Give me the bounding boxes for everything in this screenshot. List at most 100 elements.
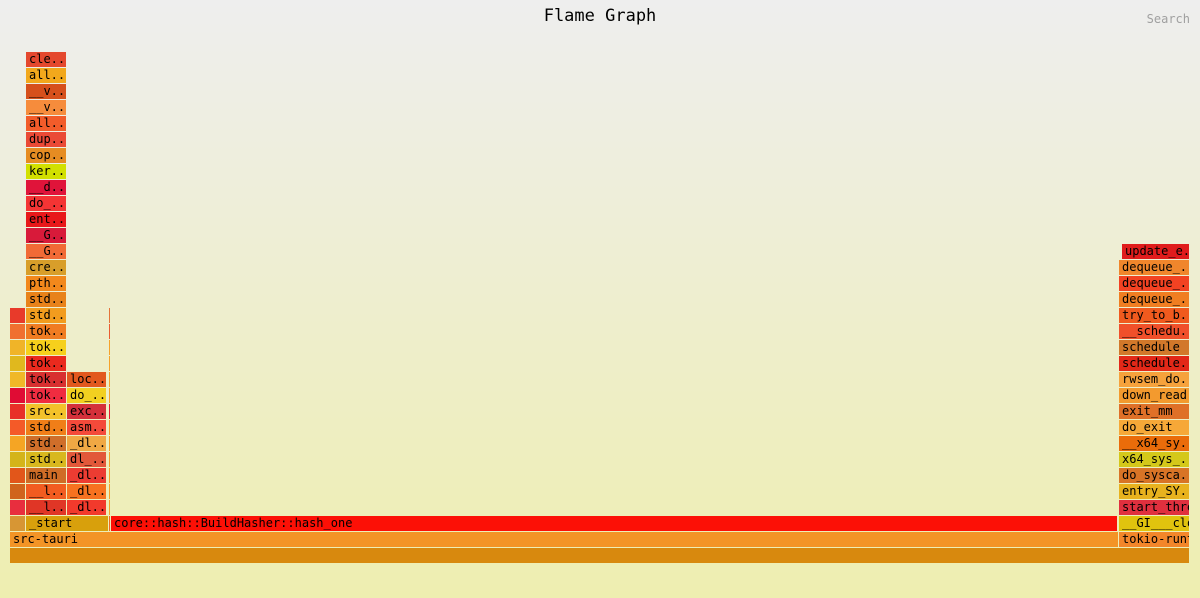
flame-frame[interactable]: tok.. (26, 372, 66, 387)
flame-frame[interactable] (10, 548, 1189, 563)
flame-frame[interactable]: ker.. (26, 164, 66, 179)
flame-frame[interactable]: update_e.. (1122, 244, 1189, 259)
flame-frame[interactable] (109, 388, 110, 403)
flame-frame[interactable]: _dl.. (67, 484, 106, 499)
flame-frame[interactable] (10, 340, 25, 355)
flame-frame[interactable]: __l.. (26, 484, 66, 499)
flame-frame[interactable]: __v.. (26, 100, 66, 115)
flame-frame[interactable]: __v.. (26, 84, 66, 99)
flame-frame[interactable]: do_sysca.. (1119, 468, 1189, 483)
flame-frame[interactable]: std.. (26, 420, 66, 435)
flame-frame[interactable]: down_read (1119, 388, 1189, 403)
flame-frame[interactable]: std.. (26, 308, 66, 323)
flame-frame[interactable] (109, 436, 110, 451)
flame-frame[interactable]: cop.. (26, 148, 66, 163)
flame-frame[interactable]: all.. (26, 68, 66, 83)
flame-frame[interactable] (109, 500, 110, 515)
flame-frame[interactable]: core::hash::BuildHasher::hash_one (111, 516, 1117, 531)
flame-frame[interactable]: cre.. (26, 260, 66, 275)
flame-frame[interactable]: tok.. (26, 356, 66, 371)
flame-frame[interactable]: dl_.. (67, 452, 106, 467)
flame-frame[interactable] (109, 404, 110, 419)
flame-frame[interactable] (109, 356, 110, 371)
flame-frame[interactable] (10, 388, 25, 403)
flame-frame[interactable] (10, 468, 25, 483)
flame-frame[interactable]: _dl.. (67, 500, 106, 515)
flame-frame[interactable] (10, 420, 25, 435)
flame-frame[interactable]: src-tauri (10, 532, 1118, 547)
flame-frame[interactable] (10, 404, 25, 419)
flame-frame[interactable] (10, 372, 25, 387)
flame-frame[interactable] (10, 516, 25, 531)
frame-label: tok.. (29, 340, 66, 354)
flame-frame[interactable]: __G.. (26, 244, 66, 259)
flame-frame[interactable]: std.. (26, 452, 66, 467)
flame-frame[interactable]: __G.. (26, 228, 66, 243)
flame-frame[interactable]: std.. (26, 436, 66, 451)
flame-frame[interactable] (10, 452, 25, 467)
flame-frame[interactable]: _dl.. (67, 468, 106, 483)
flame-frame[interactable]: start_thre (1119, 500, 1189, 515)
flame-frame[interactable] (10, 308, 25, 323)
flame-frame[interactable]: pth.. (26, 276, 66, 291)
frame-label: src.. (29, 404, 66, 418)
flame-frame[interactable] (10, 484, 25, 499)
frame-label: __G.. (29, 244, 66, 258)
frame-label: do_.. (29, 196, 66, 210)
flame-frame[interactable]: tokio-runt (1119, 532, 1189, 547)
flame-frame[interactable] (10, 356, 25, 371)
flame-frame[interactable] (10, 436, 25, 451)
flame-frame[interactable]: all.. (26, 116, 66, 131)
flame-frame[interactable] (109, 324, 110, 339)
flame-frame[interactable] (109, 484, 110, 499)
flame-frame[interactable]: dup.. (26, 132, 66, 147)
flame-frame[interactable]: __schedu.. (1119, 324, 1189, 339)
flame-frame[interactable]: __x64_sy.. (1119, 436, 1189, 451)
flame-frame[interactable]: dequeue_.. (1119, 260, 1189, 275)
flame-frame[interactable]: main (26, 468, 66, 483)
flame-frame[interactable]: dequeue_.. (1119, 276, 1189, 291)
flame-frame[interactable]: do_.. (67, 388, 106, 403)
frame-label: __GI___clo (1122, 516, 1189, 530)
flame-frame[interactable] (109, 468, 110, 483)
flame-frame[interactable]: x64_sys_.. (1119, 452, 1189, 467)
frame-label: ker.. (29, 164, 66, 178)
flame-frame[interactable]: dequeue_.. (1119, 292, 1189, 307)
flame-frame[interactable]: std.. (26, 292, 66, 307)
flame-frame[interactable]: asm.. (67, 420, 106, 435)
flame-frame[interactable] (109, 452, 110, 467)
flame-frame[interactable]: try_to_b.. (1119, 308, 1189, 323)
flame-frame[interactable] (10, 500, 25, 515)
flame-frame[interactable]: __GI___clo (1119, 516, 1189, 531)
flame-frame[interactable]: _dl.. (67, 436, 106, 451)
flame-frame[interactable] (109, 372, 110, 387)
flame-frame[interactable] (109, 340, 110, 355)
flame-frame[interactable]: loc.. (67, 372, 106, 387)
frame-label: dequeue_.. (1122, 292, 1189, 306)
flame-frame[interactable]: tok.. (26, 324, 66, 339)
frame-label: src-tauri (13, 532, 79, 546)
flame-frame[interactable] (109, 420, 110, 435)
flame-frame[interactable] (109, 516, 110, 531)
frame-label: asm.. (70, 420, 106, 434)
flame-frame[interactable]: do_exit (1119, 420, 1189, 435)
flame-frame[interactable] (109, 308, 110, 323)
flame-frame[interactable]: tok.. (26, 340, 66, 355)
flame-frame[interactable]: _start (26, 516, 108, 531)
flame-frame[interactable]: __l.. (26, 500, 66, 515)
flame-frame[interactable]: rwsem_do.. (1119, 372, 1189, 387)
frame-label: entry_SY.. (1122, 484, 1189, 498)
flame-frame[interactable]: exc.. (67, 404, 106, 419)
flame-frame[interactable]: do_.. (26, 196, 66, 211)
flame-frame[interactable]: schedule (1119, 340, 1189, 355)
flame-frame[interactable]: tok.. (26, 388, 66, 403)
frame-label: ent.. (29, 212, 66, 226)
flame-frame[interactable]: src.. (26, 404, 66, 419)
flame-frame[interactable]: cle.. (26, 52, 66, 67)
flame-frame[interactable]: schedule.. (1119, 356, 1189, 371)
flame-frame[interactable] (10, 324, 25, 339)
flame-frame[interactable]: __d.. (26, 180, 66, 195)
flame-frame[interactable]: ent.. (26, 212, 66, 227)
flame-frame[interactable]: exit_mm (1119, 404, 1189, 419)
flame-frame[interactable]: entry_SY.. (1119, 484, 1189, 499)
